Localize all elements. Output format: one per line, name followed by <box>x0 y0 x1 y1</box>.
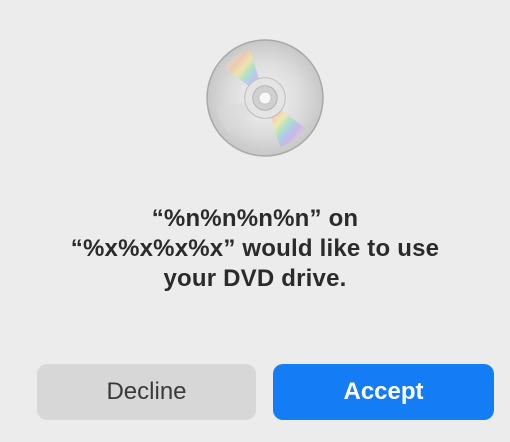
dvd-disc-icon <box>206 39 324 157</box>
decline-button[interactable]: Decline <box>37 364 256 420</box>
message-line-host: “%x%x%x%x” would like to use <box>70 235 440 262</box>
message-line-drive: your DVD drive. <box>163 265 347 292</box>
accept-button[interactable]: Accept <box>273 364 494 420</box>
dialog-message: “%n%n%n%n” on “%x%x%x%x” would like to u… <box>20 204 490 294</box>
dvd-permission-dialog: “%n%n%n%n” on “%x%x%x%x” would like to u… <box>0 0 510 442</box>
message-line-app: “%n%n%n%n” on <box>151 205 359 232</box>
